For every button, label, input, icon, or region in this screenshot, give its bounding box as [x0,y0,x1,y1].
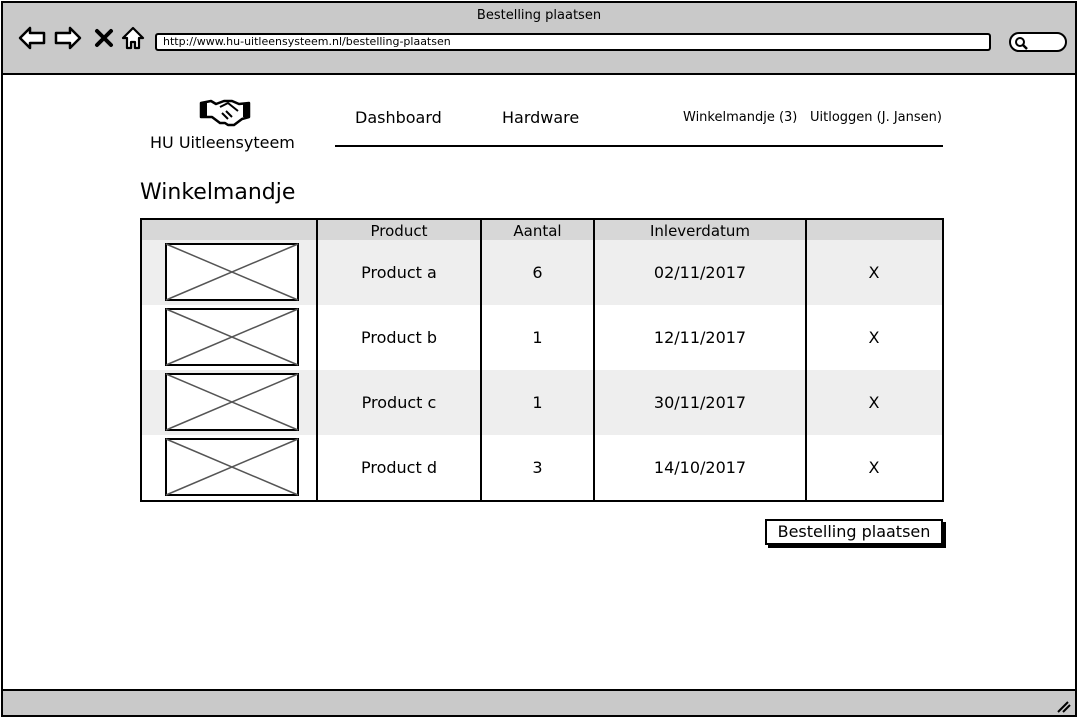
browser-statusbar [3,689,1075,715]
forward-icon[interactable] [53,23,83,53]
product-image-placeholder [165,373,299,431]
nav-cart[interactable]: Winkelmandje (3) [683,110,797,125]
remove-item-button[interactable]: X [806,435,942,500]
nav-hardware[interactable]: Hardware [502,108,579,127]
table-row: Product a 6 02/11/2017 X [142,240,942,305]
column-header-aantal: Aantal [513,222,562,240]
home-icon[interactable] [118,23,148,53]
close-icon[interactable] [89,23,119,53]
back-icon[interactable] [17,23,47,53]
return-date: 12/11/2017 [653,328,747,347]
cart-table: Product Aantal Inleverdatum Product a 6 … [140,218,944,502]
column-header-inleverdatum: Inleverdatum [649,222,751,240]
browser-titlebar: Bestelling plaatsen http://www.hu-uitlee… [3,3,1075,75]
product-quantity: 3 [532,458,543,477]
nav-dashboard[interactable]: Dashboard [355,108,442,127]
remove-item-button[interactable]: X [806,305,942,370]
product-name: Product c [361,393,437,412]
product-name: Product a [361,263,437,282]
product-image-placeholder [165,308,299,366]
column-divider [480,220,482,500]
handshake-icon [198,95,252,133]
browser-search-field[interactable] [1009,32,1067,52]
column-divider [316,220,318,500]
column-header-product: Product [370,222,428,240]
table-row: Product d 3 14/10/2017 X [142,435,942,500]
column-divider [805,220,807,500]
product-name: Product b [361,328,437,347]
product-image-placeholder [165,243,299,301]
url-bar[interactable]: http://www.hu-uitleensysteem.nl/bestelli… [155,33,991,51]
return-date: 14/10/2017 [653,458,747,477]
product-quantity: 1 [532,328,543,347]
table-header: Product Aantal Inleverdatum [142,220,942,240]
resize-grip-icon[interactable] [1055,699,1071,713]
search-icon [1015,37,1028,50]
page-title: Winkelmandje [140,180,296,205]
header-divider [335,145,943,147]
app-name: HU Uitleensyteem [150,133,295,152]
column-divider [593,220,595,500]
return-date: 30/11/2017 [653,393,747,412]
window-title: Bestelling plaatsen [476,8,602,23]
remove-item-button[interactable]: X [806,370,942,435]
product-quantity: 6 [532,263,543,282]
table-row: Product c 1 30/11/2017 X [142,370,942,435]
remove-item-button[interactable]: X [806,240,942,305]
return-date: 02/11/2017 [653,263,747,282]
product-quantity: 1 [532,393,543,412]
product-name: Product d [361,458,437,477]
nav-logout[interactable]: Uitloggen (J. Jansen) [810,110,942,125]
place-order-button[interactable]: Bestelling plaatsen [765,519,943,545]
table-row: Product b 1 12/11/2017 X [142,305,942,370]
product-image-placeholder [165,438,299,496]
